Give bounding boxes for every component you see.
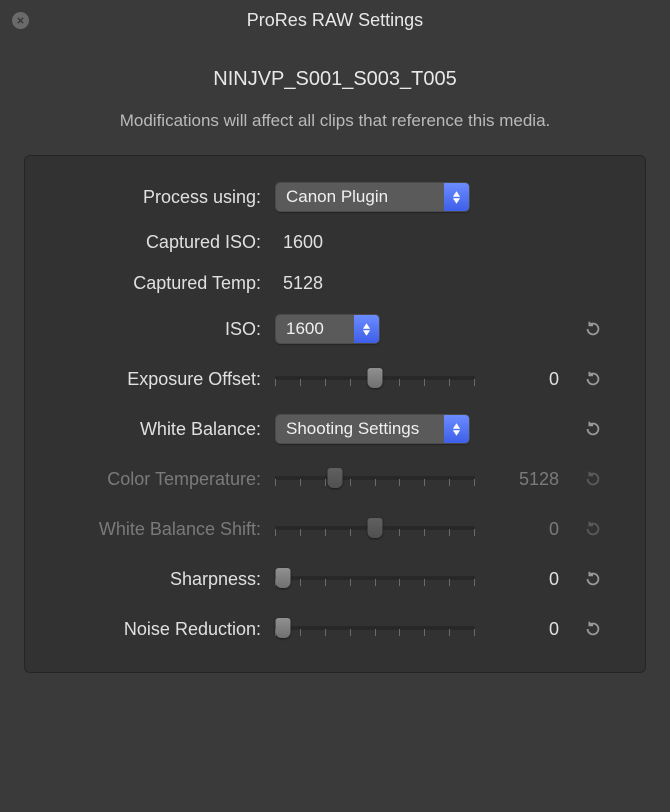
row-process-using: Process using: Canon Plugin: [51, 182, 619, 212]
window-title: ProRes RAW Settings: [12, 10, 658, 31]
label-noise-reduction: Noise Reduction:: [51, 619, 261, 640]
dropdown-cap-icon: [444, 415, 469, 443]
value-captured-temp: 5128: [275, 273, 485, 294]
row-white-balance: White Balance: Shooting Settings: [51, 414, 619, 444]
row-iso: ISO: 1600: [51, 314, 619, 344]
row-color-temperature: Color Temperature: 5128: [51, 464, 619, 494]
reset-icon: [584, 620, 602, 638]
reset-icon: [584, 470, 602, 488]
sharpness-value: 0: [499, 569, 559, 590]
noise-reduction-value: 0: [499, 619, 559, 640]
row-sharpness: Sharpness: 0: [51, 564, 619, 594]
modification-warning: Modifications will affect all clips that…: [24, 111, 646, 131]
sharpness-thumb[interactable]: [276, 568, 291, 588]
reset-icon: [584, 570, 602, 588]
process-using-value: Canon Plugin: [276, 187, 444, 207]
close-icon: [16, 16, 25, 25]
exposure-offset-value: 0: [499, 369, 559, 390]
clip-name: NINJVP_S001_S003_T005: [24, 68, 646, 91]
dropdown-cap-icon: [354, 315, 379, 343]
exposure-offset-thumb[interactable]: [368, 368, 383, 388]
label-white-balance: White Balance:: [51, 419, 261, 440]
reset-iso-button[interactable]: [582, 318, 604, 340]
exposure-offset-slider[interactable]: [275, 364, 475, 394]
white-balance-shift-thumb: [368, 518, 383, 538]
row-captured-temp: Captured Temp: 5128: [51, 273, 619, 294]
sharpness-slider[interactable]: [275, 564, 475, 594]
label-captured-iso: Captured ISO:: [51, 232, 261, 253]
reset-icon: [584, 420, 602, 438]
label-process-using: Process using:: [51, 187, 261, 208]
color-temperature-value: 5128: [499, 469, 559, 490]
reset-color-temperature-button: [582, 468, 604, 490]
reset-icon: [584, 320, 602, 338]
noise-reduction-slider[interactable]: [275, 614, 475, 644]
row-captured-iso: Captured ISO: 1600: [51, 232, 619, 253]
row-noise-reduction: Noise Reduction: 0: [51, 614, 619, 644]
iso-value: 1600: [276, 319, 354, 339]
label-exposure-offset: Exposure Offset:: [51, 369, 261, 390]
color-temperature-slider: [275, 464, 475, 494]
close-button[interactable]: [12, 12, 29, 29]
dropdown-cap-icon: [444, 183, 469, 211]
titlebar: ProRes RAW Settings: [0, 0, 670, 40]
label-color-temperature: Color Temperature:: [51, 469, 261, 490]
process-using-dropdown[interactable]: Canon Plugin: [275, 182, 470, 212]
label-iso: ISO:: [51, 319, 261, 340]
row-white-balance-shift: White Balance Shift: 0: [51, 514, 619, 544]
content: NINJVP_S001_S003_T005 Modifications will…: [0, 40, 670, 693]
reset-sharpness-button[interactable]: [582, 568, 604, 590]
white-balance-shift-value: 0: [499, 519, 559, 540]
value-captured-iso: 1600: [275, 232, 485, 253]
iso-dropdown[interactable]: 1600: [275, 314, 380, 344]
white-balance-shift-slider: [275, 514, 475, 544]
reset-exposure-offset-button[interactable]: [582, 368, 604, 390]
label-sharpness: Sharpness:: [51, 569, 261, 590]
reset-icon: [584, 520, 602, 538]
noise-reduction-thumb[interactable]: [276, 618, 291, 638]
white-balance-dropdown[interactable]: Shooting Settings: [275, 414, 470, 444]
label-captured-temp: Captured Temp:: [51, 273, 261, 294]
label-white-balance-shift: White Balance Shift:: [51, 519, 261, 540]
white-balance-value: Shooting Settings: [276, 419, 444, 439]
settings-panel: Process using: Canon Plugin Captured ISO…: [24, 155, 646, 673]
reset-white-balance-shift-button: [582, 518, 604, 540]
reset-noise-reduction-button[interactable]: [582, 618, 604, 640]
reset-icon: [584, 370, 602, 388]
reset-white-balance-button[interactable]: [582, 418, 604, 440]
color-temperature-thumb: [328, 468, 343, 488]
row-exposure-offset: Exposure Offset: 0: [51, 364, 619, 394]
